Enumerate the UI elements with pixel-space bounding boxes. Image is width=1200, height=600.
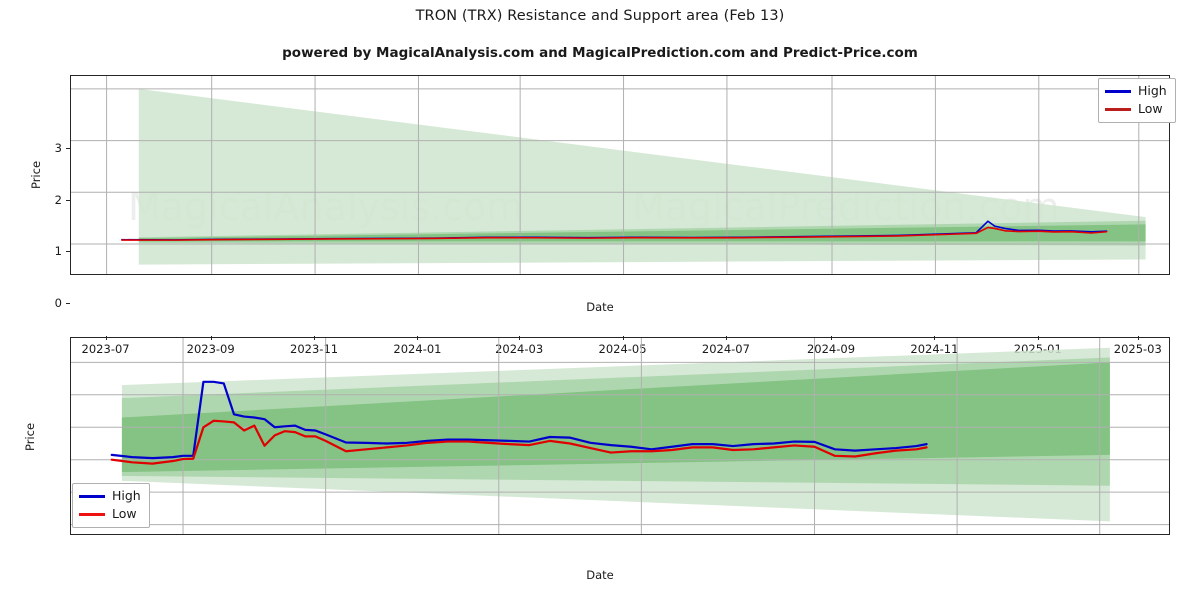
y-tickmark	[66, 251, 70, 253]
detail-plot-area[interactable]	[70, 337, 1170, 535]
overview-chart-panel: MagicalAnalysis.com MagicalPrediction.co…	[0, 60, 1200, 356]
legend-swatch-high-detail	[79, 495, 105, 498]
detail-legend[interactable]: High Low	[72, 483, 150, 528]
legend-swatch-low	[1105, 108, 1131, 111]
y-tickmark	[66, 147, 70, 149]
page-subtitle: powered by MagicalAnalysis.com and Magic…	[282, 45, 918, 61]
legend-label-low: Low	[1138, 101, 1163, 117]
legend-label-low-detail: Low	[112, 506, 137, 522]
overview-x-axis-label: Date	[586, 300, 614, 314]
legend-row-low[interactable]: Low	[1105, 102, 1167, 117]
legend-row-high-detail[interactable]: High	[79, 489, 141, 504]
y-tick-label: 2	[54, 192, 62, 207]
overview-plot-area[interactable]	[70, 75, 1170, 275]
detail-svg	[71, 338, 1169, 534]
y-tickmark	[66, 199, 70, 201]
y-tick-label: 3	[54, 140, 62, 155]
y-tick-label: 0	[54, 295, 62, 310]
detail-y-axis-label: Price	[23, 422, 37, 452]
overview-svg	[71, 76, 1169, 274]
legend-swatch-low-detail	[79, 513, 105, 516]
detail-x-axis-label: Date	[586, 568, 614, 582]
legend-label-high: High	[1138, 83, 1167, 99]
detail-chart-panel: MagicalAnalysis.com MagicalPrediction.co…	[0, 325, 1200, 600]
legend-row-low-detail[interactable]: Low	[79, 507, 141, 522]
legend-label-high-detail: High	[112, 488, 141, 504]
page-title: TRON (TRX) Resistance and Support area (…	[415, 8, 785, 24]
chart-page: TRON (TRX) Resistance and Support area (…	[0, 0, 1200, 600]
legend-row-high[interactable]: High	[1105, 84, 1167, 99]
overview-legend[interactable]: High Low	[1098, 78, 1176, 123]
legend-swatch-high	[1105, 90, 1131, 93]
y-tickmark	[66, 302, 70, 304]
y-tick-label: 1	[54, 244, 62, 259]
